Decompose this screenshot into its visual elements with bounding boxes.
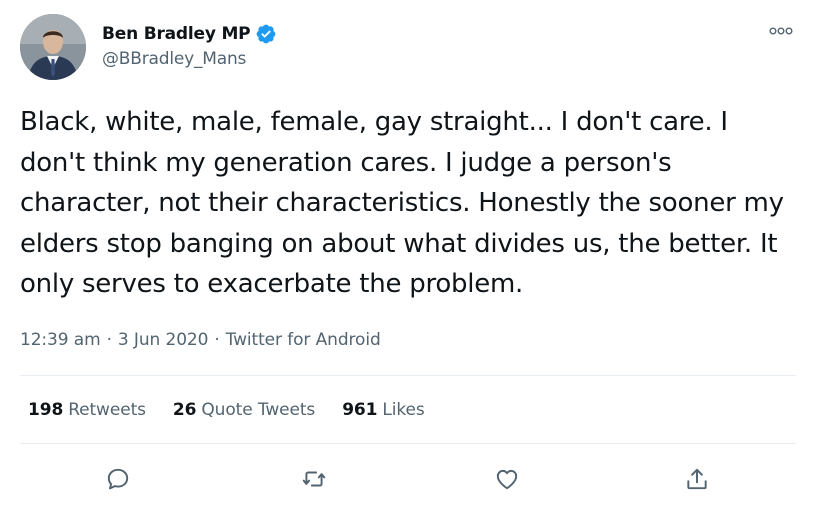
share-button[interactable] <box>680 462 714 496</box>
heart-icon <box>496 469 518 490</box>
quote-tweets-count: 26 <box>172 400 197 420</box>
display-name-row: Ben Bradley MP <box>102 22 277 46</box>
share-icon <box>687 468 707 490</box>
retweets-label: Retweets <box>68 400 146 420</box>
retweet-button[interactable] <box>297 462 331 496</box>
author-handle[interactable]: @BBradley_Mans <box>102 49 277 69</box>
quote-tweets-stat[interactable]: 26 Quote Tweets <box>173 400 315 420</box>
quote-tweets-label: Quote Tweets <box>201 400 316 420</box>
avatar-photo <box>20 14 86 80</box>
tweet-source[interactable]: Twitter for Android <box>226 330 381 350</box>
like-button[interactable] <box>490 462 524 496</box>
author-display-name[interactable]: Ben Bradley MP <box>102 24 251 44</box>
likes-label: Likes <box>382 400 425 420</box>
reply-button[interactable] <box>101 462 135 496</box>
meta-separator: · <box>214 330 220 350</box>
avatar[interactable] <box>20 14 86 80</box>
tweet-header: Ben Bradley MP @BBradley_Mans <box>20 14 796 80</box>
divider <box>20 443 796 444</box>
retweet-icon <box>302 471 326 487</box>
retweets-count: 198 <box>28 400 64 420</box>
retweets-stat[interactable]: 198 Retweets <box>28 400 146 420</box>
reply-icon <box>107 468 129 490</box>
more-icon[interactable] <box>768 18 794 44</box>
tweet-time[interactable]: 12:39 am <box>20 330 101 350</box>
meta-separator: · <box>106 330 112 350</box>
tweet-actions <box>20 458 796 498</box>
tweet-stats: 198 Retweets 26 Quote Tweets 961 Likes <box>28 400 452 420</box>
tweet-meta: 12:39 am · 3 Jun 2020 · Twitter for Andr… <box>20 330 381 350</box>
likes-stat[interactable]: 961 Likes <box>342 400 425 420</box>
tweet-date[interactable]: 3 Jun 2020 <box>118 330 209 350</box>
divider <box>20 375 796 376</box>
author-names: Ben Bradley MP @BBradley_Mans <box>102 22 277 69</box>
tweet-text: Black, white, male, female, gay straight… <box>20 107 784 300</box>
verified-badge-icon <box>255 23 277 45</box>
likes-count: 961 <box>342 400 378 420</box>
